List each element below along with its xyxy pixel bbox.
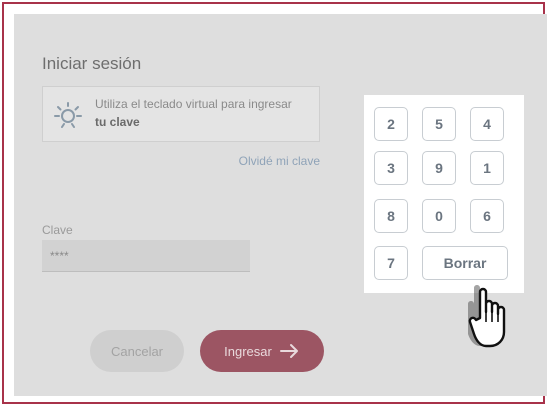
enter-button-label: Ingresar	[224, 343, 272, 359]
page-title: Iniciar sesión	[42, 54, 142, 73]
forgot-password-link[interactable]: Olvidé mi clave	[214, 154, 320, 168]
keypad-key[interactable]: 9	[422, 151, 456, 185]
cancel-button[interactable]: Cancelar	[90, 330, 184, 372]
keypad-key[interactable]: 2	[374, 107, 408, 141]
cancel-button-label: Cancelar	[110, 343, 164, 359]
enter-button[interactable]: Ingresar	[200, 330, 324, 372]
arrow-right-icon	[279, 344, 298, 358]
keypad-key[interactable]: 3	[374, 151, 408, 185]
keypad-key[interactable]: 0	[422, 199, 456, 233]
password-field[interactable]	[42, 240, 250, 272]
pointer-hand-icon	[468, 285, 506, 348]
info-text-bold: tu clave	[95, 115, 140, 129]
keypad-key[interactable]: 6	[470, 199, 504, 233]
keypad-key[interactable]: 1	[470, 151, 504, 185]
keypad-key[interactable]: 7	[374, 246, 408, 280]
keypad-key[interactable]: 8	[374, 199, 408, 233]
password-label: Clave	[42, 223, 73, 237]
lightbulb-icon	[54, 102, 82, 128]
keypad-key[interactable]: 5	[422, 107, 456, 141]
keypad-key[interactable]: 4	[470, 107, 504, 141]
info-box: Utiliza el teclado virtual para ingresar…	[42, 86, 320, 142]
virtual-keypad: 2 5 4 3 9 1 8 0 6 7 Borrar	[364, 95, 524, 293]
info-text: Utiliza el teclado virtual para ingresar	[95, 97, 292, 111]
